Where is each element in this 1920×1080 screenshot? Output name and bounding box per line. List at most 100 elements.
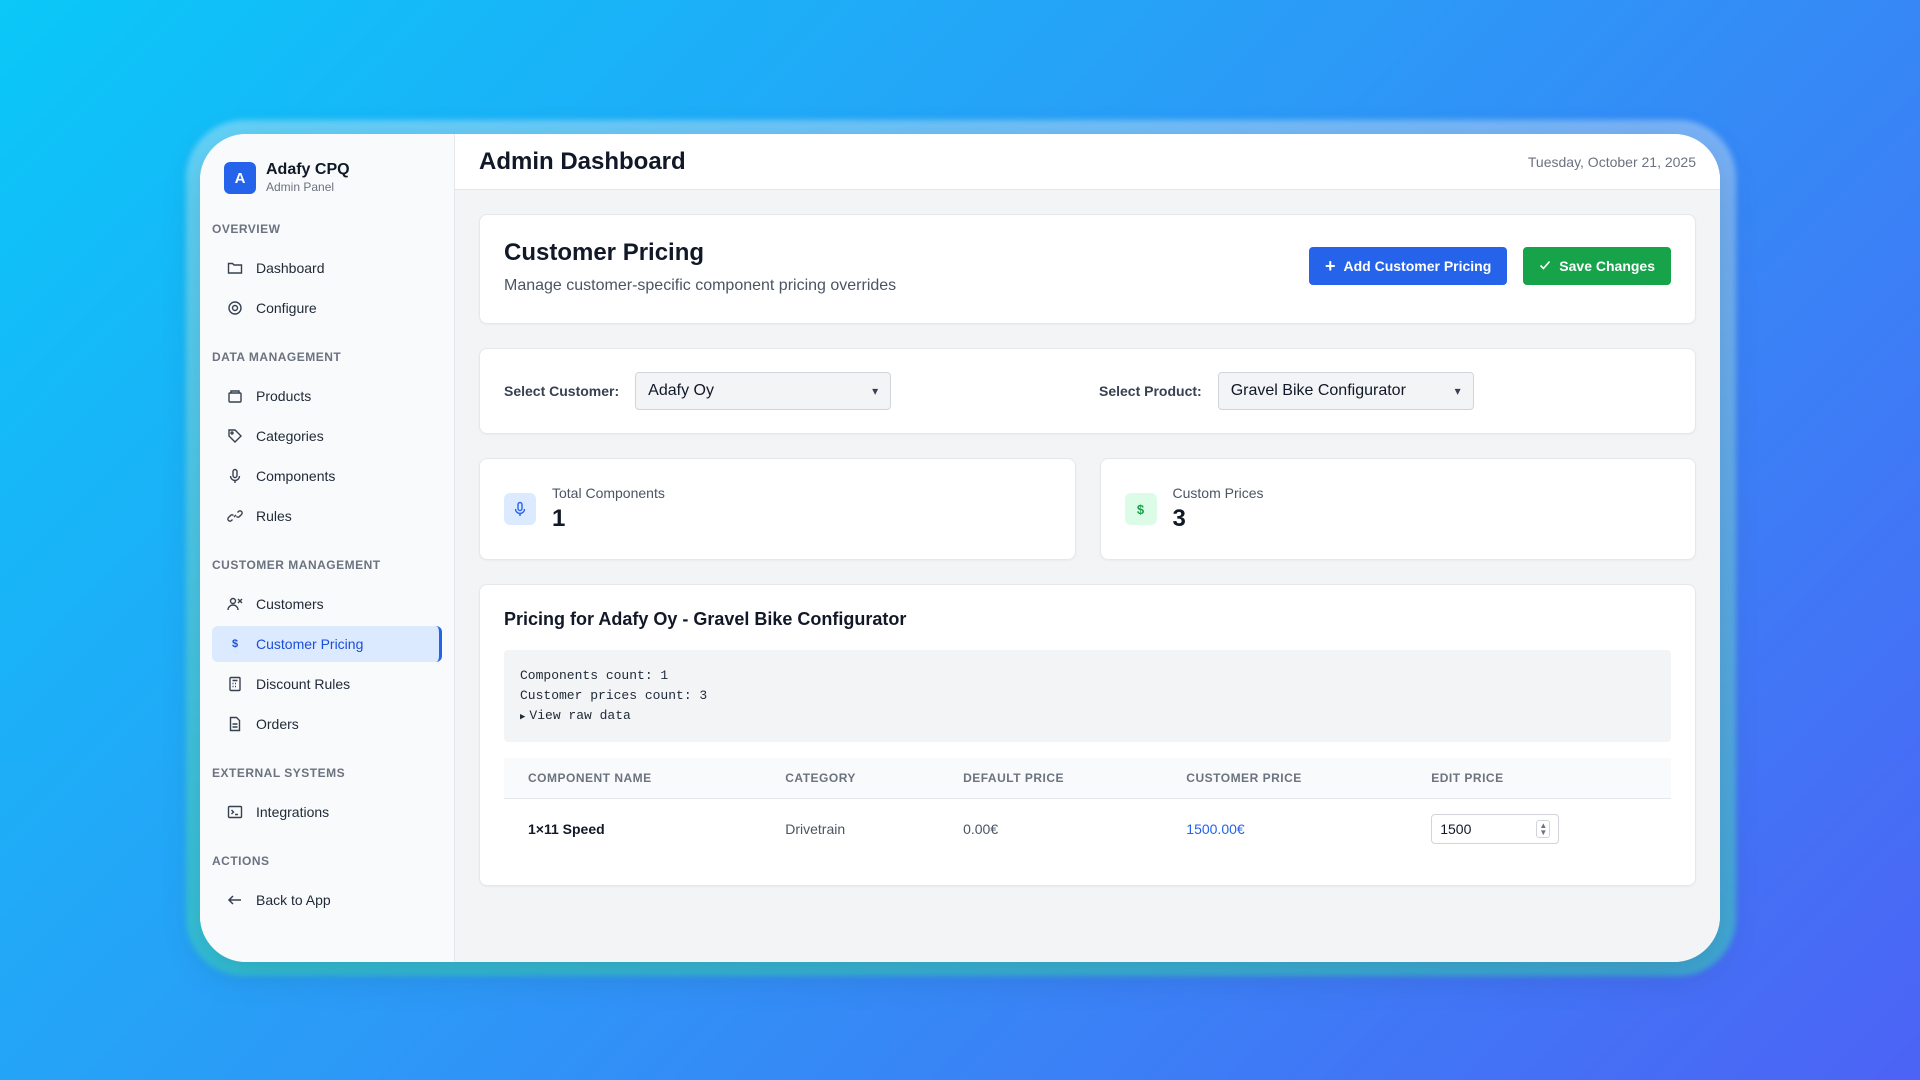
button-label: Add Customer Pricing: [1343, 258, 1492, 274]
pricing-panel: Pricing for Adafy Oy - Gravel Bike Confi…: [479, 584, 1696, 886]
chevron-down-icon: ▾: [872, 384, 879, 398]
brand-subtitle: Admin Panel: [266, 180, 335, 194]
nav-group-external: EXTERNAL SYSTEMS Integrations: [212, 766, 442, 830]
arrow-left-icon: [226, 891, 244, 909]
terminal-icon: [226, 803, 244, 821]
dollar-icon: $: [231, 638, 239, 650]
sidebar-item-label: Customer Pricing: [256, 636, 364, 652]
chevron-down-icon: ▾: [1454, 384, 1461, 398]
debug-components-count: Components count: 1: [520, 668, 669, 683]
current-date: Tuesday, October 21, 2025: [1527, 153, 1696, 170]
sidebar-item-label: Dashboard: [256, 260, 325, 276]
document-icon: [226, 715, 244, 733]
default-price: 0.00€: [963, 821, 999, 838]
component-name: 1×11 Speed: [528, 821, 605, 838]
check-icon: [1539, 258, 1551, 274]
sidebar-item-label: Orders: [256, 716, 299, 732]
sidebar-item-label: Integrations: [256, 804, 330, 820]
customer-pricing-header: Customer Pricing Manage customer-specifi…: [479, 214, 1696, 324]
customer-price: 1500.00€: [1186, 821, 1245, 838]
debug-info: Components count: 1 Customer prices coun…: [504, 650, 1671, 742]
section-label: ACTIONS: [212, 854, 270, 868]
sidebar-item-label: Customers: [256, 596, 324, 612]
product-select-label: Select Product:: [1099, 383, 1202, 399]
column-header: EDIT PRICE: [1407, 758, 1671, 799]
nav-group-overview: OVERVIEW Dashboard Configure: [212, 222, 442, 326]
table-row: 1×11 Speed Drivetrain 0.00€ 1500.00€ 150…: [504, 798, 1671, 860]
stepper-icon[interactable]: ▲ ▼: [1536, 820, 1551, 839]
column-header: CATEGORY: [761, 758, 940, 799]
customer-select[interactable]: Adafy Oy ▾: [635, 372, 892, 410]
sidebar-item-label: Back to App: [256, 892, 331, 908]
product-select-group: Select Product: Gravel Bike Configurator…: [1099, 372, 1474, 410]
table-header-row: COMPONENT NAME CATEGORY DEFAULT PRICE CU…: [504, 758, 1671, 799]
component-category: Drivetrain: [785, 821, 846, 838]
sidebar-item-label: Products: [256, 388, 312, 404]
nav-group-actions: ACTIONS Back to App: [212, 854, 442, 918]
column-header: DEFAULT PRICE: [939, 758, 1163, 799]
folder-icon: [226, 259, 244, 277]
sidebar-item-products[interactable]: Products: [212, 378, 442, 414]
sidebar: A Adafy CPQ Admin Panel OVERVIEW Dashboa…: [200, 134, 455, 962]
tag-icon: [226, 427, 244, 445]
filter-bar: Select Customer: Adafy Oy ▾ Select Produ…: [479, 348, 1696, 434]
app-window: A Adafy CPQ Admin Panel OVERVIEW Dashboa…: [200, 134, 1720, 962]
sidebar-item-categories[interactable]: Categories: [212, 418, 442, 454]
pricing-title: Pricing for Adafy Oy - Gravel Bike Confi…: [504, 609, 907, 629]
nav-group-customer: CUSTOMER MANAGEMENT Customers $ Customer…: [212, 558, 442, 742]
edit-price-input[interactable]: 1500 ▲ ▼: [1431, 814, 1560, 845]
sidebar-item-label: Categories: [256, 428, 324, 444]
section-subtitle: Manage customer-specific component prici…: [504, 277, 897, 294]
sidebar-item-configure[interactable]: Configure: [212, 290, 442, 326]
column-header: CUSTOMER PRICE: [1162, 758, 1408, 799]
stat-value: 1: [552, 505, 566, 532]
customer-select-label: Select Customer:: [504, 383, 620, 399]
sidebar-item-label: Components: [256, 468, 336, 484]
sidebar-item-customers[interactable]: Customers: [212, 586, 442, 622]
debug-customer-prices-count: Customer prices count: 3: [520, 688, 708, 703]
sidebar-item-customer-pricing[interactable]: $ Customer Pricing: [212, 626, 442, 662]
stat-label: Total Components: [552, 485, 665, 501]
stats-row: Total Components 1 $ Custom Prices 3: [479, 458, 1696, 560]
sidebar-item-label: Configure: [256, 300, 317, 316]
microphone-icon: [226, 467, 244, 485]
content: Customer Pricing Manage customer-specifi…: [455, 190, 1720, 962]
main-area: Admin Dashboard Tuesday, October 21, 202…: [455, 134, 1720, 962]
gear-icon: [226, 299, 244, 317]
topbar: Admin Dashboard Tuesday, October 21, 202…: [455, 134, 1720, 190]
sidebar-item-orders[interactable]: Orders: [212, 706, 442, 742]
product-select-value: Gravel Bike Configurator: [1230, 382, 1406, 399]
product-select[interactable]: Gravel Bike Configurator ▾: [1217, 372, 1474, 410]
sidebar-item-discount-rules[interactable]: Discount Rules: [212, 666, 442, 702]
customer-select-group: Select Customer: Adafy Oy ▾: [504, 372, 1099, 410]
customer-select-value: Adafy Oy: [648, 382, 714, 399]
view-raw-data-toggle[interactable]: View raw data: [520, 706, 1655, 727]
sidebar-item-integrations[interactable]: Integrations: [212, 794, 442, 830]
sidebar-item-dashboard[interactable]: Dashboard: [212, 250, 442, 286]
save-changes-button[interactable]: Save Changes: [1523, 247, 1671, 285]
page-title: Admin Dashboard: [479, 147, 686, 175]
stat-label: Custom Prices: [1172, 485, 1264, 501]
sidebar-item-label: Rules: [256, 508, 292, 524]
button-label: Save Changes: [1559, 258, 1655, 274]
section-label: CUSTOMER MANAGEMENT: [212, 558, 381, 572]
stat-value: 3: [1172, 505, 1186, 532]
users-icon: [226, 595, 244, 613]
edit-price-value: 1500: [1440, 821, 1472, 838]
sidebar-item-back-to-app[interactable]: Back to App: [212, 882, 442, 918]
add-customer-pricing-button[interactable]: + Add Customer Pricing: [1308, 247, 1508, 285]
brand-logo: A: [224, 162, 256, 194]
stat-total-components: Total Components 1: [479, 458, 1076, 560]
sidebar-item-components[interactable]: Components: [212, 458, 442, 494]
plus-icon: +: [1324, 256, 1336, 276]
dollar-icon: $: [1124, 493, 1157, 525]
brand-title: Adafy CPQ: [266, 161, 350, 178]
microphone-icon: [504, 493, 536, 525]
edit-price-cell: 1500 ▲ ▼: [1407, 798, 1671, 860]
column-header: COMPONENT NAME: [504, 758, 762, 799]
nav-group-data: DATA MANAGEMENT Products Categories Comp…: [212, 350, 442, 534]
box-icon: [226, 387, 244, 405]
sidebar-item-rules[interactable]: Rules: [212, 498, 442, 534]
pricing-table: COMPONENT NAME CATEGORY DEFAULT PRICE CU…: [504, 758, 1671, 860]
calculator-icon: [226, 675, 244, 693]
